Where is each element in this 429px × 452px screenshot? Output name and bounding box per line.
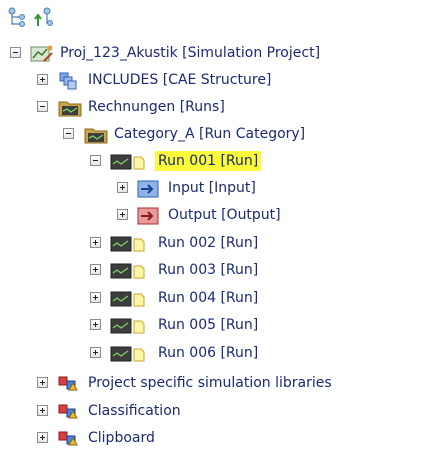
node-label[interactable]: Input [Input] (168, 178, 256, 198)
node-label[interactable]: Proj_123_Akustik [Simulation Project] (60, 43, 320, 63)
node-label[interactable]: Run 004 [Run] (158, 288, 258, 308)
library-icon (57, 402, 81, 422)
simulation-project-icon (30, 44, 54, 64)
node-label[interactable]: Clipboard (88, 428, 155, 448)
run-icon (110, 344, 150, 364)
node-label[interactable]: Classification (88, 401, 181, 421)
tree-node-output: Output [Output] (0, 204, 429, 228)
run-category-icon (84, 125, 108, 145)
tree-node-includes: INCLUDES [CAE Structure] (0, 69, 429, 93)
hierarchy-icon[interactable] (7, 6, 29, 28)
tree-node-run-003: Run 003 [Run] (0, 259, 429, 283)
collapse-toggle[interactable] (63, 128, 74, 139)
node-label[interactable]: Run 003 [Run] (158, 260, 258, 280)
node-label[interactable]: Run 005 [Run] (158, 315, 258, 335)
runs-folder-icon (58, 98, 82, 118)
tree-node-clipboard: Clipboard (0, 427, 429, 451)
collapse-toggle[interactable] (10, 47, 21, 58)
expand-toggle[interactable] (90, 292, 101, 303)
node-label[interactable]: Run 002 [Run] (158, 233, 258, 253)
tree-node-run-004: Run 004 [Run] (0, 287, 429, 311)
tree-node-run-001: Run 001 [Run] (0, 150, 429, 174)
collapse-toggle[interactable] (90, 155, 101, 166)
tree-node-rechnungen: Rechnungen [Runs] (0, 96, 429, 120)
expand-toggle[interactable] (37, 432, 48, 443)
run-icon (110, 234, 150, 254)
node-label[interactable]: Run 001 [Run] (155, 151, 262, 171)
expand-toggle[interactable] (90, 347, 101, 358)
cae-structure-icon (58, 71, 82, 91)
library-icon (57, 374, 81, 394)
node-label[interactable]: Rechnungen [Runs] (88, 97, 225, 117)
node-label[interactable]: Run 006 [Run] (158, 343, 258, 363)
expand-toggle[interactable] (90, 264, 101, 275)
tree-node-input: Input [Input] (0, 177, 429, 201)
run-icon (110, 316, 150, 336)
run-icon (110, 152, 150, 172)
expand-toggle[interactable] (117, 209, 128, 220)
library-icon (57, 429, 81, 449)
run-icon (110, 289, 150, 309)
tree-node-run-002: Run 002 [Run] (0, 232, 429, 256)
collapse-toggle[interactable] (37, 101, 48, 112)
tree-toolbar (7, 6, 67, 30)
node-label[interactable]: Category_A [Run Category] (114, 124, 305, 144)
node-label[interactable]: Project specific simulation libraries (88, 373, 332, 393)
tree-node-run-005: Run 005 [Run] (0, 314, 429, 338)
hierarchy-up-icon[interactable] (33, 6, 55, 28)
expand-toggle[interactable] (37, 74, 48, 85)
expand-toggle[interactable] (37, 405, 48, 416)
node-label[interactable]: Output [Output] (168, 205, 281, 225)
tree-node-run-006: Run 006 [Run] (0, 342, 429, 366)
output-icon (137, 206, 161, 226)
expand-toggle[interactable] (37, 377, 48, 388)
expand-toggle[interactable] (90, 319, 101, 330)
tree-node-project: Proj_123_Akustik [Simulation Project] (0, 42, 429, 66)
input-icon (137, 179, 161, 199)
expand-toggle[interactable] (90, 237, 101, 248)
tree-node-category-a: Category_A [Run Category] (0, 123, 429, 147)
node-label[interactable]: INCLUDES [CAE Structure] (88, 70, 271, 90)
run-icon (110, 261, 150, 281)
expand-toggle[interactable] (117, 182, 128, 193)
tree-node-classification: Classification (0, 400, 429, 424)
tree-node-libraries: Project specific simulation libraries (0, 372, 429, 396)
